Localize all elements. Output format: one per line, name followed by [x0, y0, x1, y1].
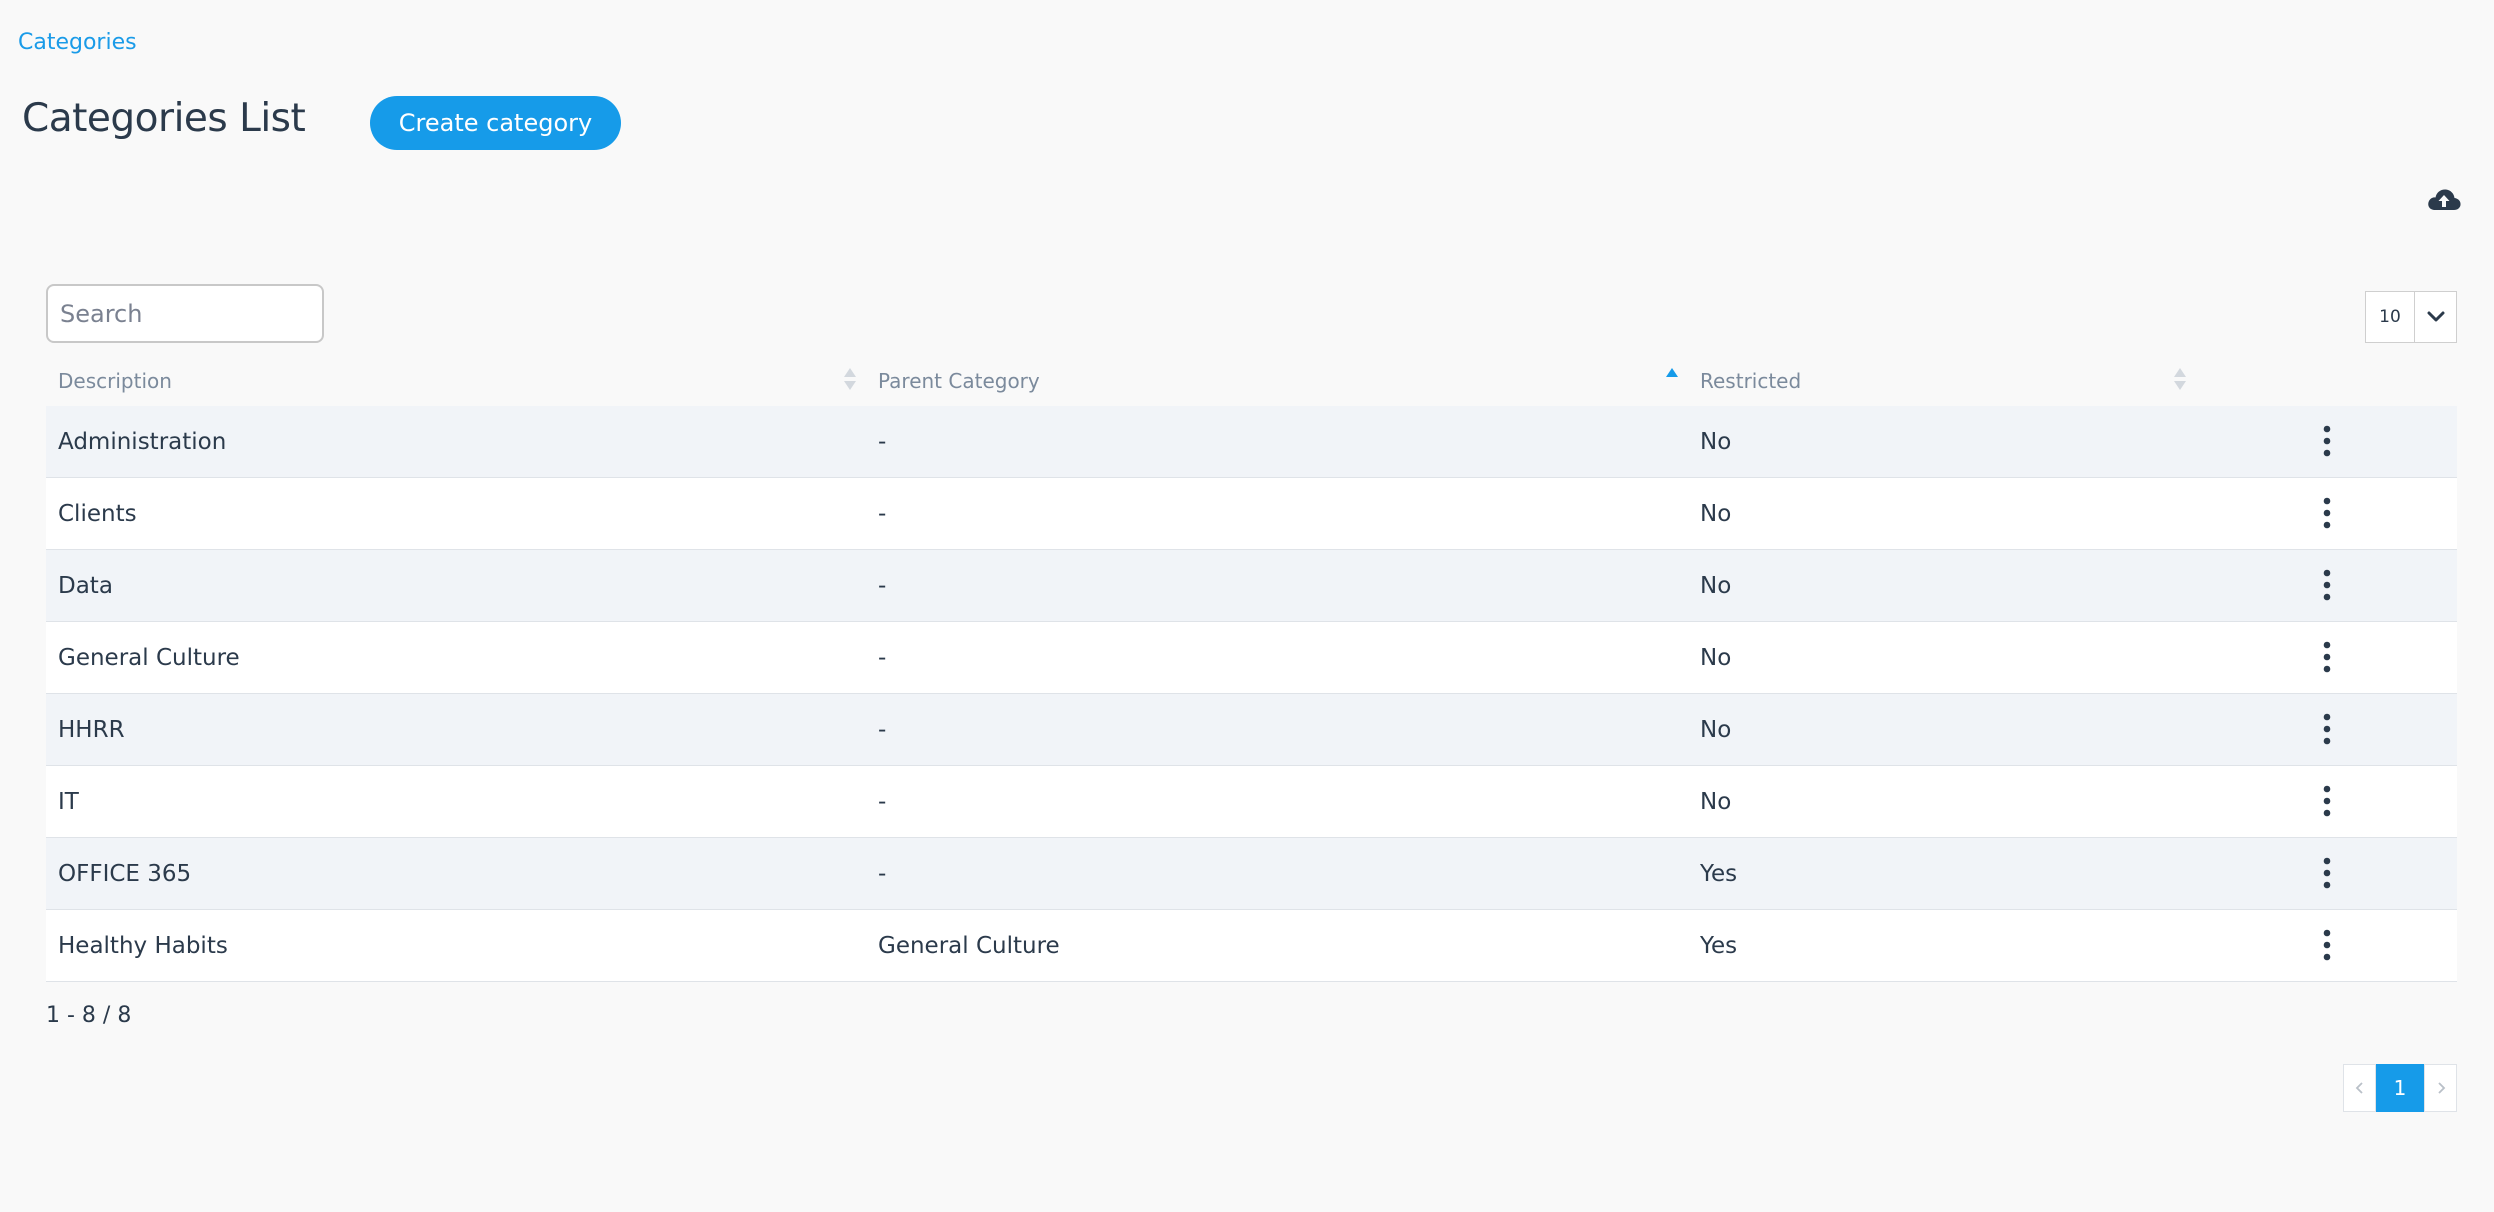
cell-restricted: No: [1700, 716, 1732, 743]
cell-description: IT: [58, 788, 79, 815]
more-options-icon[interactable]: [2316, 640, 2338, 674]
table-header: Description Parent Category Restricted: [46, 356, 2457, 406]
more-options-icon[interactable]: [2316, 712, 2338, 746]
cell-description: OFFICE 365: [58, 860, 192, 887]
cell-parent-category: -: [878, 860, 887, 887]
more-options-icon[interactable]: [2316, 568, 2338, 602]
cloud-upload-icon[interactable]: [2426, 182, 2462, 218]
page-size-value: 10: [2366, 292, 2415, 342]
table-row: Healthy Habits General Culture Yes: [46, 910, 2457, 982]
column-header-description[interactable]: Description: [58, 356, 172, 406]
categories-table: Description Parent Category Restricted A…: [46, 356, 2457, 982]
search-input[interactable]: [46, 284, 324, 343]
create-category-button[interactable]: Create category: [370, 96, 621, 150]
cell-parent-category: General Culture: [878, 932, 1060, 959]
pagination: 1: [2343, 1064, 2457, 1112]
cell-restricted: No: [1700, 500, 1732, 527]
cell-description: Data: [58, 572, 113, 599]
cell-parent-category: -: [878, 500, 887, 527]
more-options-icon[interactable]: [2316, 496, 2338, 530]
cell-restricted: No: [1700, 788, 1732, 815]
table-row: Administration - No: [46, 406, 2457, 478]
cell-description: Healthy Habits: [58, 932, 228, 959]
chevron-down-icon[interactable]: [2415, 292, 2456, 342]
cell-restricted: Yes: [1700, 860, 1738, 887]
cell-parent-category: -: [878, 572, 887, 599]
breadcrumb-categories[interactable]: Categories: [18, 30, 137, 55]
page-button-current[interactable]: 1: [2376, 1064, 2424, 1112]
table-row: Data - No: [46, 550, 2457, 622]
cell-restricted: No: [1700, 572, 1732, 599]
more-options-icon[interactable]: [2316, 856, 2338, 890]
cell-parent-category: -: [878, 788, 887, 815]
more-options-icon[interactable]: [2316, 928, 2338, 962]
table-row: IT - No: [46, 766, 2457, 838]
cell-parent-category: -: [878, 716, 887, 743]
table-row: General Culture - No: [46, 622, 2457, 694]
column-header-restricted[interactable]: Restricted: [1700, 356, 1801, 406]
sort-neutral-icon[interactable]: [843, 366, 857, 392]
table-row: OFFICE 365 - Yes: [46, 838, 2457, 910]
cell-description: HHRR: [58, 716, 125, 743]
chevron-right-icon: [2437, 1082, 2445, 1094]
table-row: HHRR - No: [46, 694, 2457, 766]
page-size-select[interactable]: 10: [2365, 291, 2457, 343]
previous-page-button[interactable]: [2343, 1064, 2376, 1112]
page-title: Categories List: [22, 96, 306, 141]
table-row: Clients - No: [46, 478, 2457, 550]
next-page-button[interactable]: [2424, 1064, 2457, 1112]
cell-description: General Culture: [58, 644, 240, 671]
cell-description: Administration: [58, 428, 227, 455]
cell-restricted: No: [1700, 428, 1732, 455]
cell-parent-category: -: [878, 644, 887, 671]
chevron-left-icon: [2355, 1082, 2363, 1094]
pagination-count: 1 - 8 / 8: [46, 1003, 132, 1028]
cell-restricted: No: [1700, 644, 1732, 671]
cell-parent-category: -: [878, 428, 887, 455]
more-options-icon[interactable]: [2316, 784, 2338, 818]
cell-description: Clients: [58, 500, 137, 527]
more-options-icon[interactable]: [2316, 424, 2338, 458]
sort-neutral-icon[interactable]: [2173, 366, 2187, 392]
cell-restricted: Yes: [1700, 932, 1738, 959]
column-header-parent-category[interactable]: Parent Category: [878, 356, 1040, 406]
sort-ascending-icon[interactable]: [1665, 366, 1679, 392]
